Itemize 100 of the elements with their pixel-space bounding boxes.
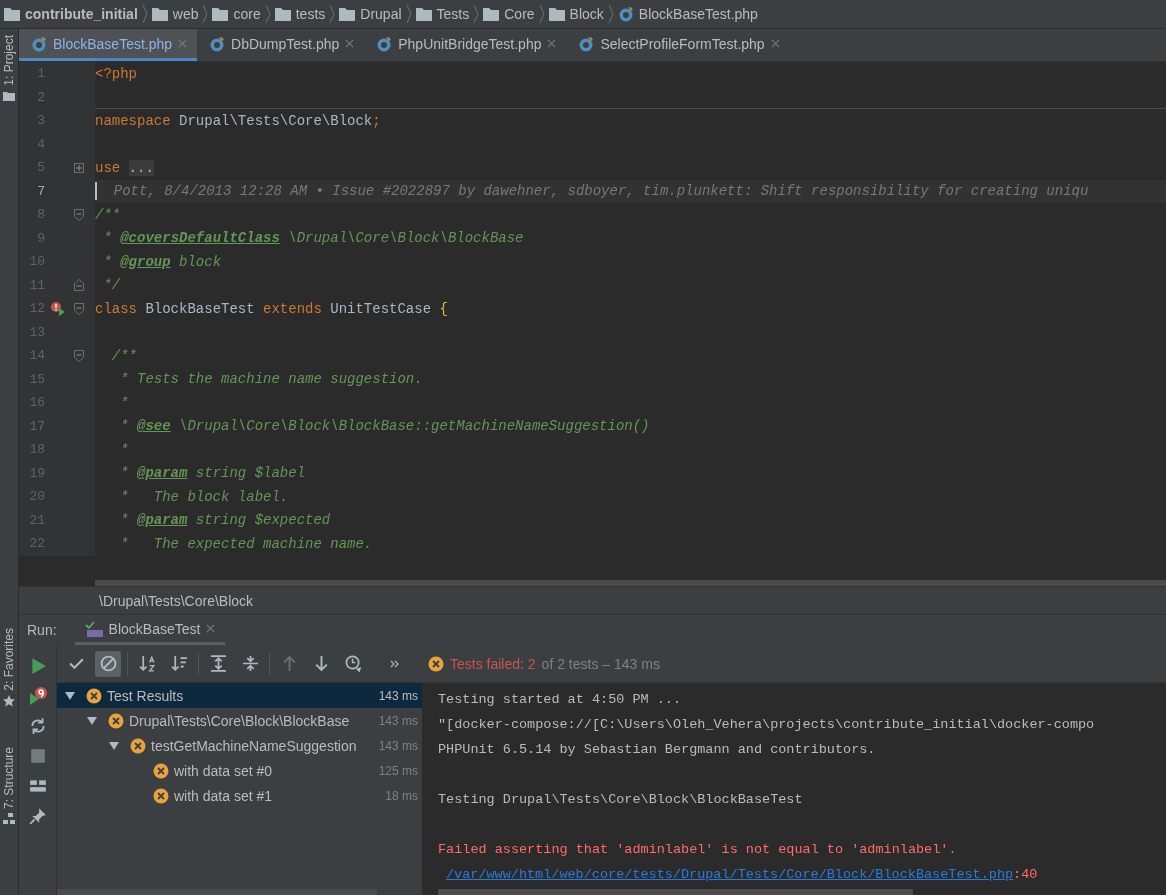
more-icon[interactable] — [390, 659, 400, 668]
fold-icon[interactable] — [74, 302, 84, 315]
folder-icon — [274, 6, 291, 22]
code-line: * @see \Drupal\Core\Block\BlockBase::getMachineNameSuggestion() — [119, 417, 651, 437]
test-tree-item[interactable]: Drupal\Tests\Core\Block\BlockBase 143 ms — [57, 708, 422, 733]
code-line: * @param string $label — [119, 464, 307, 484]
sort-alphabetical-icon — [138, 655, 156, 672]
failed-icon — [153, 787, 169, 804]
folder-icon — [415, 6, 432, 22]
test-tree-item[interactable]: testGetMachineNameSuggestion 143 ms — [57, 733, 422, 758]
chevron-icon — [405, 4, 412, 24]
code-line: * @param string $expected — [119, 511, 332, 531]
chevron-icon — [264, 4, 271, 24]
breadcrumb-item[interactable]: web — [151, 6, 199, 22]
code-line: use ... — [95, 158, 155, 178]
code-line: * Tests the machine name suggestion. — [119, 370, 424, 390]
php-file-icon — [31, 35, 47, 52]
breadcrumb-item[interactable]: Core — [483, 6, 535, 22]
test-tree-item[interactable]: with data set #1 18 ms — [57, 783, 422, 808]
editor-tab[interactable]: SelectProfileFormTest.php — [566, 29, 790, 61]
layout-icon — [28, 777, 47, 795]
fold-icon[interactable] — [74, 349, 84, 362]
tool-button[interactable] — [28, 777, 47, 795]
failed-icon — [130, 737, 146, 754]
breadcrumb-item[interactable]: Block — [548, 6, 604, 22]
failed-icon — [428, 655, 444, 672]
console-output: Testing started at 4:50 PM ... "[docker-compose://[C:\Users\Oleh_Vehera\projects\contribute_initial\docker-compo PHPUnit 6.5.14 by Sebastian Bergmann and contributors. Testing Drupal\Tests\Core\Block\BlockBaseTest Failed asserting that 'adminlabel' is not equal to 'adminlabel'. /var/www/html/web/core/tests/Drupal/Tests/Core/Block/BlockBaseTest.php:40 — [422, 683, 1166, 895]
folder-icon — [151, 6, 168, 22]
clock-icon — [344, 655, 362, 672]
toolbar-button[interactable] — [95, 650, 121, 677]
php-file-icon — [578, 35, 595, 52]
expand-fold-icon[interactable] — [74, 161, 84, 174]
breadcrumb-item[interactable]: core — [212, 6, 261, 22]
code-line: * — [119, 440, 130, 460]
tool-button[interactable] — [28, 687, 47, 705]
code-line: class BlockBaseTest extends UnitTestCase { — [95, 299, 449, 319]
failed-icon — [108, 712, 124, 729]
collapse-all-icon — [241, 655, 259, 672]
tests-summary: of 2 tests – 143 ms — [541, 655, 660, 672]
folder-icon — [339, 6, 356, 22]
php-file-icon — [376, 35, 393, 52]
expand-arrow-icon[interactable] — [109, 740, 119, 751]
code-line: <?php — [95, 64, 138, 84]
chevron-icon — [473, 4, 480, 24]
failed-icon — [86, 687, 102, 704]
folder-icon — [3, 89, 15, 102]
expand-arrow-icon[interactable] — [65, 690, 75, 701]
folder-icon — [483, 6, 500, 22]
php-file-icon — [617, 6, 634, 22]
test-tree-item[interactable]: with data set #0 125 ms — [57, 758, 422, 783]
chevron-icon — [538, 4, 545, 24]
tool-button[interactable] — [28, 807, 47, 825]
sort-descending-icon — [170, 655, 188, 672]
prohibited-icon — [99, 655, 117, 672]
editor-tab[interactable]: DbDumpTest.php — [197, 29, 365, 61]
editor-tab[interactable]: PhpUnitBridgeTest.php — [364, 29, 567, 61]
code-line: namespace Drupal\Tests\Core\Block; — [95, 111, 382, 131]
line-number: 7 — [36, 183, 45, 199]
chevron-icon — [141, 4, 148, 24]
code-line: * @group block — [102, 252, 223, 272]
expand-all-icon — [209, 655, 227, 672]
run-tab[interactable]: BlockBaseTest — [74, 615, 226, 645]
namespace-breadcrumb[interactable]: \Drupal\Tests\Core\Block — [99, 592, 254, 609]
php-test-icon — [84, 620, 103, 637]
code-line: * — [119, 393, 130, 413]
horizontal-scrollbar[interactable] — [438, 889, 913, 895]
editor-tab[interactable]: BlockBaseTest.php — [19, 29, 198, 61]
code-line: */ — [102, 276, 122, 296]
folder-icon — [548, 6, 565, 22]
breadcrumb-item[interactable]: tests — [274, 6, 326, 22]
chevron-icon — [202, 4, 209, 24]
breadcrumb-item[interactable]: contribute_initial — [4, 6, 138, 22]
run-failed-icon[interactable] — [51, 301, 65, 316]
chevron-icon — [329, 4, 336, 24]
tool-window-button[interactable]: 1: Project — [2, 35, 16, 102]
breadcrumb-item[interactable]: BlockBaseTest.php — [617, 6, 758, 22]
breadcrumb-item[interactable]: Drupal — [339, 6, 402, 22]
tool-window-button[interactable]: 7: Structure — [2, 746, 16, 825]
star-icon — [3, 694, 15, 707]
breadcrumb-item[interactable]: Tests — [415, 6, 470, 22]
tool-window-button[interactable]: 2: Favorites — [2, 628, 16, 707]
rerun-failed-icon — [28, 687, 47, 705]
expand-arrow-icon[interactable] — [87, 715, 97, 726]
structure-icon — [3, 813, 15, 825]
fold-icon[interactable] — [74, 208, 84, 221]
tests-failed-count: Tests failed: 2 — [450, 655, 536, 672]
test-tree-item[interactable]: Test Results 143 ms — [57, 683, 422, 708]
file-link[interactable]: /var/www/html/web/core/tests/Drupal/Tests/Core/Block/BlockBaseTest.php — [446, 867, 1014, 882]
run-label: Run: — [27, 622, 57, 638]
horizontal-scrollbar[interactable] — [95, 580, 1166, 586]
code-line: * The expected machine name. — [119, 534, 374, 554]
fold-end-icon[interactable] — [74, 279, 84, 292]
php-file-icon — [209, 35, 226, 52]
horizontal-scrollbar[interactable] — [57, 889, 377, 895]
code-line: /** — [95, 205, 122, 225]
code-line: * @coversDefaultClass \Drupal\Core\Block\BlockBase — [102, 229, 525, 249]
code-line: * The block label. — [119, 487, 290, 507]
chevron-icon — [607, 4, 614, 24]
stop-icon — [28, 747, 47, 765]
code-line: /** — [110, 346, 138, 366]
